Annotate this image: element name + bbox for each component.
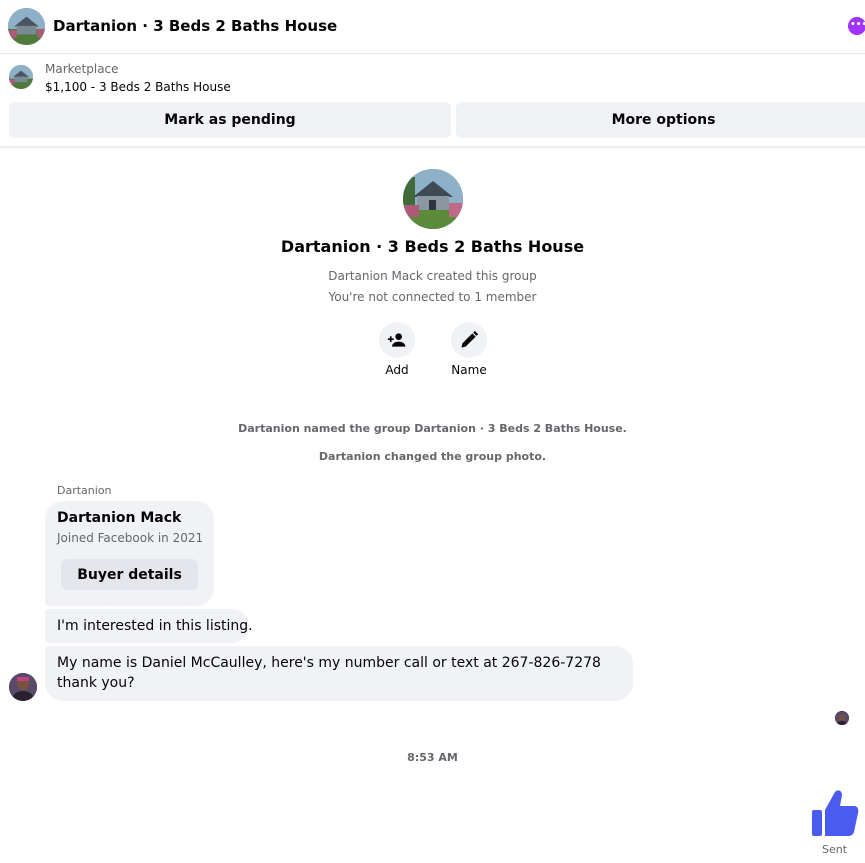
message-timestamp: 8:53 AM bbox=[407, 751, 458, 764]
marketplace-label: Marketplace bbox=[45, 62, 119, 76]
buyer-name[interactable]: Dartanion Mack bbox=[57, 510, 181, 526]
read-receipt-avatar bbox=[835, 711, 849, 725]
system-message: Dartanion named the group Dartanion · 3 … bbox=[238, 422, 627, 435]
conversation-title[interactable]: Dartanion · 3 Beds 2 Baths House bbox=[53, 17, 337, 35]
group-photo[interactable] bbox=[403, 169, 463, 229]
add-member-button[interactable] bbox=[379, 322, 415, 358]
group-title: Dartanion · 3 Beds 2 Baths House bbox=[280, 237, 585, 256]
listing-thumbnail[interactable] bbox=[9, 65, 33, 89]
thumbs-up-icon bbox=[811, 788, 859, 838]
name-label: Name bbox=[451, 363, 487, 377]
message-bubble[interactable]: I'm interested in this listing. bbox=[45, 609, 253, 643]
message-bubble[interactable]: My name is Daniel McCaulley, here's my n… bbox=[45, 646, 633, 701]
add-label: Add bbox=[385, 363, 409, 377]
listing-title[interactable]: $1,100 - 3 Beds 2 Baths House bbox=[45, 80, 231, 94]
group-avatar[interactable] bbox=[8, 8, 45, 45]
buyer-details-button[interactable]: Buyer details bbox=[61, 559, 198, 590]
buyer-joined-text: Joined Facebook in 2021 bbox=[57, 531, 204, 545]
system-message: Dartanion changed the group photo. bbox=[318, 450, 547, 463]
pencil-icon bbox=[461, 330, 479, 348]
header-divider bbox=[0, 146, 865, 149]
more-dots-icon[interactable]: ••• bbox=[848, 17, 865, 35]
mark-as-pending-button[interactable]: Mark as pending bbox=[9, 102, 451, 138]
sender-avatar[interactable] bbox=[9, 673, 37, 701]
more-options-button[interactable]: More options bbox=[456, 102, 865, 138]
sender-name: Dartanion bbox=[57, 484, 112, 497]
group-created-text: Dartanion Mack created this group bbox=[328, 269, 537, 283]
sent-status: Sent bbox=[822, 843, 848, 856]
connection-status-text: You're not connected to 1 member bbox=[328, 290, 537, 304]
add-person-icon bbox=[387, 333, 406, 347]
rename-group-button[interactable] bbox=[451, 322, 487, 358]
